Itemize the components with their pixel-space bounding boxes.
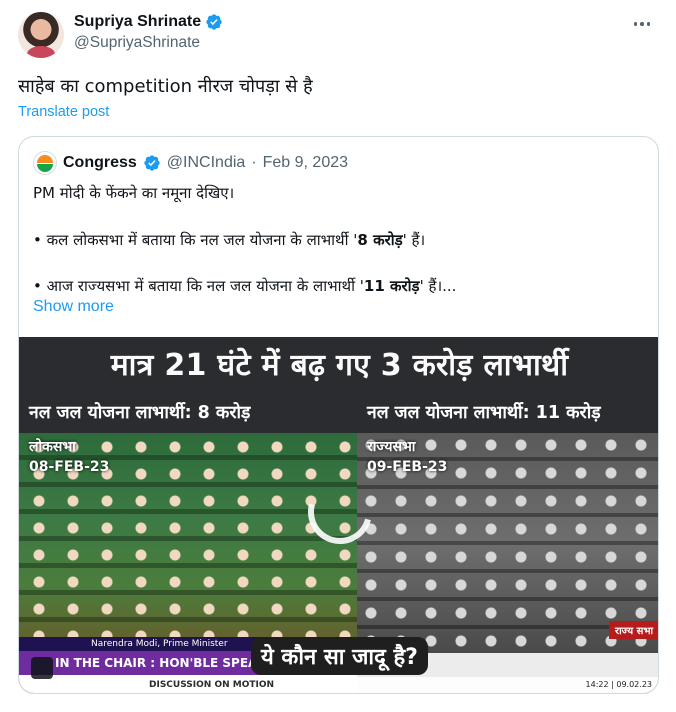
quoted-text-line-1: PM मोदी के फेंकने का नमूना देखिए।: [33, 184, 235, 202]
rajya-sabha-footage: राज्यसभा 09-FEB-23: [357, 433, 658, 653]
verified-badge-icon: [144, 155, 160, 171]
question-caption: ये कौन सा जादू है?: [251, 637, 428, 675]
line2-suffix: ' हैं।: [402, 231, 426, 249]
more-options-icon[interactable]: [628, 14, 656, 34]
motion-text: DISCUSSION ON MOTION: [19, 675, 357, 693]
quoted-post-header: Congress @INCIndia · Feb 9, 2023: [33, 151, 348, 175]
line3-prefix: • आज राज्यसभा में बताया कि नल जल योजना क…: [33, 277, 364, 295]
video-headline: मात्र 21 घंटे में बढ़ गए 3 करोड़ लाभार्थ…: [110, 348, 569, 383]
quoted-author-handle: @INCIndia: [166, 154, 246, 171]
quoted-text-line-2: • कल लोकसभा में बताया कि नल जल योजना के …: [33, 230, 425, 250]
separator-dot: ·: [251, 154, 257, 171]
right-date-label: 09-FEB-23: [367, 459, 448, 475]
line2-bold: 8 करोड़: [357, 231, 403, 249]
tweet-text: साहेब का competition नीरज चोपड़ा से है: [18, 76, 313, 97]
right-caption: नल जल योजना लाभार्थी: 11 करोड़: [367, 403, 601, 423]
author-name[interactable]: Supriya Shrinate: [74, 13, 201, 31]
left-date-label: 08-FEB-23: [29, 459, 110, 475]
right-house-label: राज्यसभा: [367, 439, 416, 455]
left-caption: नल जल योजना लाभार्थी: 8 करोड़: [29, 403, 251, 423]
quoted-text-line-3: • आज राज्यसभा में बताया कि नल जल योजना क…: [33, 276, 456, 296]
show-more-link[interactable]: Show more: [33, 298, 114, 316]
mute-icon[interactable]: [31, 657, 53, 679]
quoted-author-name: Congress: [63, 154, 137, 171]
author-avatar[interactable]: [18, 12, 64, 58]
rajya-sabha-badge: राज्य सभा: [609, 621, 658, 639]
author-handle[interactable]: @SupriyaShrinate: [74, 34, 223, 52]
line2-prefix: • कल लोकसभा में बताया कि नल जल योजना के …: [33, 231, 358, 249]
author-name-row[interactable]: Supriya Shrinate: [74, 13, 223, 31]
line3-suffix: ' हैं।...: [419, 277, 457, 295]
video-media[interactable]: मात्र 21 घंटे में बढ़ गए 3 करोड़ लाभार्थ…: [19, 337, 658, 693]
line3-bold: 11 करोड़: [363, 277, 420, 295]
congress-avatar: [33, 151, 57, 175]
left-house-label: लोकसभा: [29, 439, 76, 455]
verified-badge-icon: [206, 14, 222, 30]
lok-sabha-footage: लोकसभा 08-FEB-23: [19, 433, 357, 653]
translate-post-link[interactable]: Translate post: [18, 104, 109, 120]
quoted-date: Feb 9, 2023: [262, 154, 349, 171]
rajya-sabha-timestamp: 14:22 | 09.02.23: [585, 680, 652, 689]
quoted-post-card[interactable]: Congress @INCIndia · Feb 9, 2023 PM मोदी…: [18, 136, 659, 694]
author-block: Supriya Shrinate @SupriyaShrinate: [74, 13, 223, 52]
